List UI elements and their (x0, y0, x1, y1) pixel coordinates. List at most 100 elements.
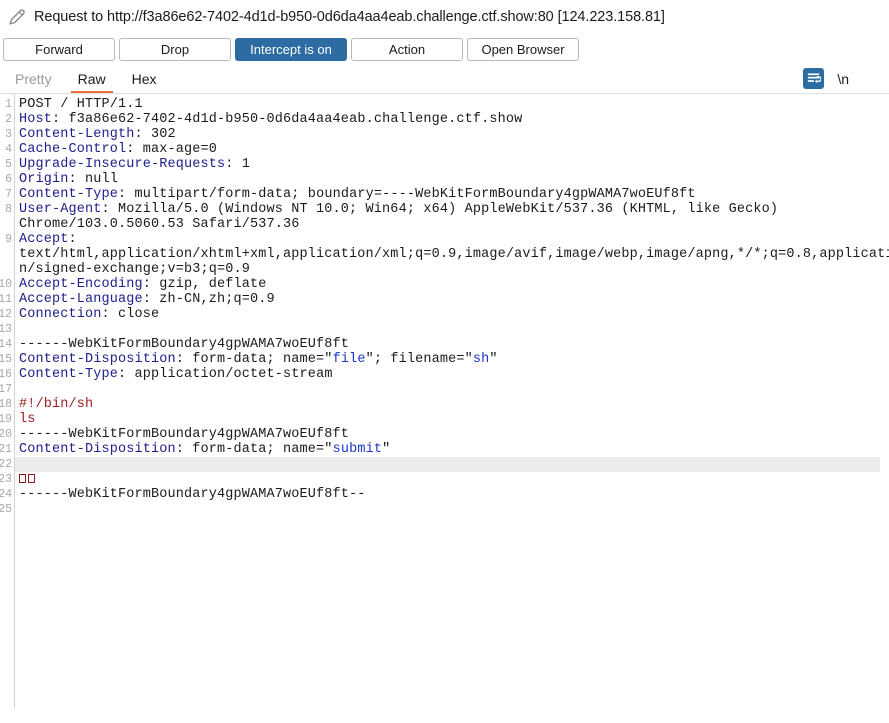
code-span: Content-Disposition (19, 442, 176, 457)
request-line[interactable]: 9 Accept: (0, 232, 889, 247)
request-line[interactable]: 17 (0, 382, 889, 397)
line-content: Content-Disposition: form-data; name="su… (19, 442, 889, 457)
line-content: Connection: close (19, 307, 889, 322)
code-span: file (332, 352, 366, 367)
request-line[interactable]: 3 Content-Length: 302 (0, 127, 889, 142)
request-line[interactable]: 21 Content-Disposition: form-data; name="… (0, 442, 889, 457)
code-span: Content-Type (19, 367, 119, 382)
code-span: Content-Disposition (19, 352, 176, 367)
line-content: Accept: (19, 232, 889, 247)
line-content: Content-Type: multipart/form-data; bound… (19, 187, 889, 202)
open-browser-button[interactable]: Open Browser (467, 37, 579, 61)
code-span: sh (472, 352, 490, 367)
nonprintable-byte-glyph (27, 474, 35, 483)
code-span: ------WebKitFormBoundary4gpWAMA7woEUf8ft… (19, 487, 366, 502)
code-span: Accept-Encoding (19, 277, 143, 292)
intercept-toggle-button[interactable]: Intercept is on (235, 37, 347, 61)
request-line[interactable]: 23 (0, 472, 889, 487)
word-wrap-icon[interactable] (803, 68, 825, 89)
line-number: 13 (0, 323, 12, 336)
code-span: : gzip, deflate (142, 277, 267, 292)
line-number: 7 (5, 188, 12, 201)
line-number: 15 (0, 353, 12, 366)
request-line[interactable]: 8 User-Agent: Mozilla/5.0 (Windows NT 10.… (0, 202, 889, 217)
request-line[interactable]: 6 Origin: null (0, 172, 889, 187)
tab-hex[interactable]: Hex (119, 64, 170, 93)
request-line[interactable]: 19 ls (0, 412, 889, 427)
line-number: 5 (5, 158, 12, 171)
code-span: Chrome/103.0.5060.53 Safari/537.36 (19, 217, 300, 232)
drop-button[interactable]: Drop (119, 37, 231, 61)
line-number: 14 (0, 338, 12, 351)
request-line[interactable]: 22 (0, 457, 889, 472)
code-span: Upgrade-Insecure-Requests (19, 157, 226, 172)
action-button[interactable]: Action (351, 37, 463, 61)
nonprintable-byte-glyph (19, 474, 26, 483)
code-span: : close (101, 307, 160, 322)
code-span: ------WebKitFormBoundary4gpWAMA7woEUf8ft (19, 337, 350, 352)
line-content (19, 472, 889, 487)
line-number: 21 (0, 443, 12, 456)
line-content: ------WebKitFormBoundary4gpWAMA7woEUf8ft (19, 427, 889, 442)
line-number: 18 (0, 398, 12, 411)
request-line[interactable]: Chrome/103.0.5060.53 Safari/537.36 (0, 217, 889, 232)
code-span: User-Agent (19, 202, 102, 217)
request-line[interactable]: 13 (0, 322, 889, 337)
line-content: Content-Length: 302 (19, 127, 889, 142)
request-line[interactable]: text/html,application/xhtml+xml,applicat… (0, 247, 889, 262)
pencil-icon (9, 9, 25, 25)
request-line[interactable]: 10 Accept-Encoding: gzip, deflate (0, 277, 889, 292)
tab-pretty[interactable]: Pretty (2, 64, 65, 93)
request-line[interactable]: 4 Cache-Control: max-age=0 (0, 142, 889, 157)
line-number: 20 (0, 428, 12, 441)
code-span: ls (19, 412, 36, 427)
line-content: POST / HTTP/1.1 (19, 97, 889, 112)
line-number: 2 (5, 113, 12, 126)
request-line[interactable]: 12 Connection: close (0, 307, 889, 322)
raw-request-editor[interactable]: 1 POST / HTTP/1.1 2 Host: f3a86e62-7402-4d1… (0, 94, 889, 708)
code-span: Accept-Language (19, 292, 143, 307)
line-content: Content-Type: application/octet-stream (19, 367, 889, 382)
line-number: 25 (0, 503, 12, 516)
request-line[interactable]: 16 Content-Type: application/octet-stream (0, 367, 889, 382)
line-number: 9 (5, 233, 12, 246)
intercept-toolbar: Forward Drop Intercept is on Action Open… (0, 34, 889, 64)
request-line[interactable]: 11 Accept-Language: zh-CN,zh;q=0.9 (0, 292, 889, 307)
request-line[interactable]: 15 Content-Disposition: form-data; name="… (0, 352, 889, 367)
tab-raw[interactable]: Raw (65, 64, 119, 93)
show-newlines-icon[interactable]: \n (837, 71, 849, 87)
code-span: #!/bin/sh (19, 397, 94, 412)
request-line[interactable]: 24 ------WebKitFormBoundary4gpWAMA7woEUf8… (0, 487, 889, 502)
request-line[interactable]: 18 #!/bin/sh (0, 397, 889, 412)
request-line[interactable]: 20 ------WebKitFormBoundary4gpWAMA7woEUf8… (0, 427, 889, 442)
line-content: User-Agent: Mozilla/5.0 (Windows NT 10.0… (19, 202, 889, 217)
request-line[interactable]: 5 Upgrade-Insecure-Requests: 1 (0, 157, 889, 172)
line-number: 3 (5, 128, 12, 141)
line-number: 1 (5, 98, 12, 111)
code-span: : Mozilla/5.0 (Windows NT 10.0; Win64; x… (101, 202, 779, 217)
request-line[interactable]: 2 Host: f3a86e62-7402-4d1d-b950-0d6da4aa4… (0, 112, 889, 127)
request-line[interactable]: n/signed-exchange;v=b3;q=0.9 (0, 262, 889, 277)
code-span: Content-Type (19, 187, 119, 202)
line-content: ------WebKitFormBoundary4gpWAMA7woEUf8ft (19, 337, 889, 352)
code-span: submit (332, 442, 383, 457)
line-content: ------WebKitFormBoundary4gpWAMA7woEUf8ft… (19, 487, 889, 502)
viewer-menu-icon[interactable] (863, 72, 879, 86)
code-span: : form-data; name=" (175, 442, 333, 457)
code-span: Cache-Control (19, 142, 127, 157)
line-number: 23 (0, 473, 12, 486)
request-line[interactable]: 1 POST / HTTP/1.1 (0, 97, 889, 112)
line-content: Accept-Language: zh-CN,zh;q=0.9 (19, 292, 889, 307)
line-number: 10 (0, 278, 12, 291)
code-span: : zh-CN,zh;q=0.9 (142, 292, 275, 307)
line-content: Chrome/103.0.5060.53 Safari/537.36 (19, 217, 889, 232)
code-span: n/signed-exchange;v=b3;q=0.9 (19, 262, 251, 277)
code-span: : f3a86e62-7402-4d1d-b950-0d6da4aa4eab.c… (52, 112, 523, 127)
request-line[interactable]: 7 Content-Type: multipart/form-data; boun… (0, 187, 889, 202)
forward-button[interactable]: Forward (3, 37, 115, 61)
request-line[interactable]: 25 (0, 502, 889, 517)
request-line[interactable]: 14 ------WebKitFormBoundary4gpWAMA7woEUf8… (0, 337, 889, 352)
line-number: 11 (0, 293, 12, 306)
line-content: Host: f3a86e62-7402-4d1d-b950-0d6da4aa4e… (19, 112, 889, 127)
line-content: ls (19, 412, 889, 427)
